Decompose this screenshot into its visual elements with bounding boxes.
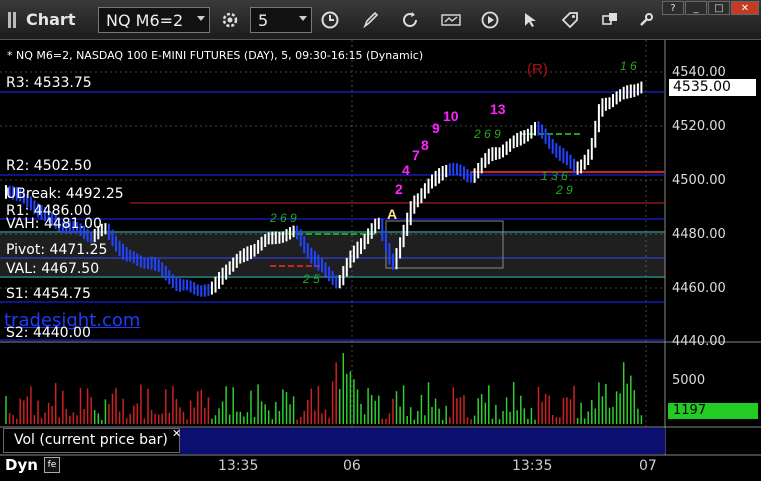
r2-label: R2: 4502.50 (6, 158, 92, 174)
ubreak-label: UBreak: 4492.25 (6, 186, 124, 202)
interval-value: 5 (258, 10, 269, 30)
current-price-tag: 4535.00 (669, 79, 756, 96)
time-tick: 13:35 (218, 458, 259, 474)
price-tick: 4480.00 (672, 227, 726, 242)
symbol-settings-button[interactable] (216, 7, 244, 33)
link-button[interactable] (596, 7, 624, 33)
cursor-button[interactable] (516, 7, 544, 33)
price-tick: 4520.00 (672, 119, 726, 134)
count-7: 7 (412, 147, 420, 163)
price-tick: 4440.00 (672, 334, 726, 349)
play-icon (481, 11, 499, 29)
svg-text:2 5: 2 5 (302, 272, 320, 286)
volume-tick: 5000 (672, 373, 706, 388)
current-volume-tag: 1197 (668, 403, 758, 419)
symbol-value: NQ M6=2 (106, 10, 184, 30)
more-button[interactable] (632, 7, 660, 33)
dynamic-toggle-icon[interactable]: fe (44, 457, 60, 473)
time-tick: 07 (639, 458, 657, 474)
maximize-button[interactable]: □ (708, 1, 730, 15)
count-2: 2 (395, 181, 403, 197)
a-marker: A (387, 206, 397, 222)
chevron-down-icon (197, 16, 205, 21)
volume-bars (5, 353, 643, 424)
val-label: VAL: 4467.50 (6, 261, 100, 277)
tag-icon (561, 12, 578, 29)
price-tick: 4540.00 (672, 65, 726, 80)
svg-text:1 6: 1 6 (620, 59, 637, 73)
vah-label: VAH: 4481.00 (6, 216, 102, 232)
svg-text:2 6 9: 2 6 9 (473, 127, 501, 141)
window-controls: ? _ □ ✕ (662, 1, 759, 15)
refresh-button[interactable] (396, 7, 424, 33)
link-icon (602, 13, 617, 25)
count-9: 9 (432, 120, 440, 136)
help-button[interactable]: ? (662, 1, 684, 15)
count-13: 13 (490, 101, 506, 117)
refresh-icon (403, 12, 417, 27)
count-8: 8 (421, 137, 429, 153)
cursor-icon (525, 13, 536, 27)
app-title: Chart (8, 10, 75, 29)
r3-label: R3: 4533.75 (6, 75, 92, 91)
wrench-icon (640, 13, 653, 26)
volume-legend-strip (180, 428, 665, 454)
chart-symbol-description: * NQ M6=2, NASDAQ 100 E-MINI FUTURES (DA… (7, 49, 424, 62)
s2-label: S2: 4440.00 (6, 325, 91, 341)
interval-selector[interactable]: 5 (250, 7, 312, 33)
svg-text:1 3 6: 1 3 6 (541, 169, 568, 183)
volume-study-label[interactable]: Vol (current price bar) (3, 428, 180, 453)
pencil-icon (363, 11, 379, 29)
time-tick: 13:35 (512, 458, 553, 474)
gear-icon (222, 12, 238, 28)
drag-grip-icon[interactable] (8, 11, 20, 28)
price-tick: 4500.00 (672, 173, 726, 188)
dyn-label[interactable]: Dyn (5, 456, 38, 474)
svg-text:2 9: 2 9 (555, 183, 573, 197)
play-button[interactable] (476, 7, 504, 33)
symbol-selector[interactable]: NQ M6=2 (98, 7, 210, 33)
chart-toolbar: Chart NQ M6=2 5 ? _ □ ✕ (0, 0, 761, 40)
chevron-down-icon (299, 16, 307, 21)
count-10: 10 (443, 108, 459, 124)
price-chart[interactable]: (R) A 2 4 7 8 9 10 13 2 6 9 2 5 2 6 9 1 … (0, 40, 761, 481)
close-button[interactable]: ✕ (731, 1, 759, 15)
tag-button[interactable] (556, 7, 584, 33)
count-4: 4 (402, 162, 410, 178)
time-tick: 06 (343, 458, 361, 474)
close-study-icon[interactable]: ✕ (172, 427, 181, 440)
s1-label: S1: 4454.75 (6, 286, 91, 302)
draw-tool-button[interactable] (356, 7, 384, 33)
study-button[interactable] (437, 7, 465, 33)
interval-settings-button[interactable] (316, 7, 344, 33)
chart-title-label: Chart (26, 10, 76, 29)
pivot-label: Pivot: 4471.25 (6, 242, 108, 258)
price-tick: 4460.00 (672, 281, 726, 296)
minimize-button[interactable]: _ (685, 1, 707, 15)
r-marker: (R) (527, 61, 548, 78)
svg-text:2 6 9: 2 6 9 (269, 211, 297, 225)
clock-icon (321, 11, 339, 29)
study-icon (441, 14, 461, 26)
